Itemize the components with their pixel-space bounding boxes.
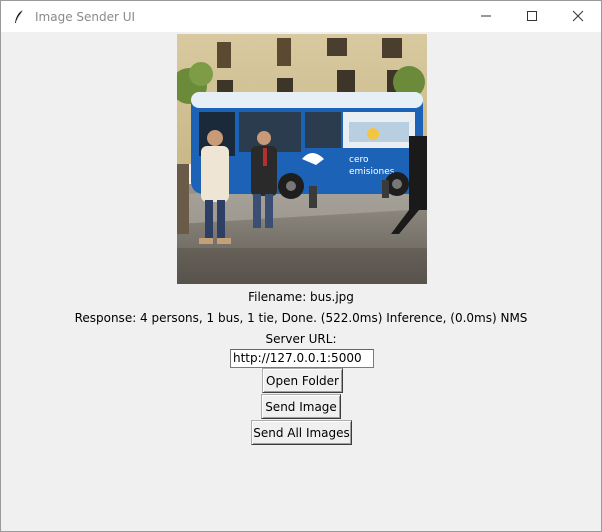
open-folder-button[interactable]: Open Folder <box>262 368 343 393</box>
close-icon <box>572 7 584 26</box>
send-image-button[interactable]: Send Image <box>261 394 341 419</box>
filename-label: Filename: bus.jpg <box>248 290 354 304</box>
response-label: Response: 4 persons, 1 bus, 1 tie, Done.… <box>74 311 528 325</box>
maximize-icon <box>526 7 538 26</box>
close-button[interactable] <box>555 1 601 32</box>
preview-image: cero emisiones <box>177 34 427 284</box>
window-title: Image Sender UI <box>35 9 136 24</box>
send-all-images-button[interactable]: Send All Images <box>251 420 352 445</box>
window-controls <box>463 1 601 32</box>
maximize-button[interactable] <box>509 1 555 32</box>
server-url-label: Server URL: <box>265 332 337 346</box>
title-bar[interactable]: Image Sender UI <box>1 1 601 32</box>
minimize-icon <box>480 7 492 26</box>
bus-text-cero: cero <box>349 155 369 165</box>
server-url-input[interactable]: http://127.0.0.1:5000 <box>230 349 374 368</box>
bus-text-emisiones: emisiones <box>349 167 395 177</box>
app-window: Image Sender UI cero emisiones Filename:… <box>0 0 602 532</box>
minimize-button[interactable] <box>463 1 509 32</box>
feather-icon <box>11 9 27 25</box>
main-content: cero emisiones Filename: bus.jpg Respons… <box>1 32 601 532</box>
